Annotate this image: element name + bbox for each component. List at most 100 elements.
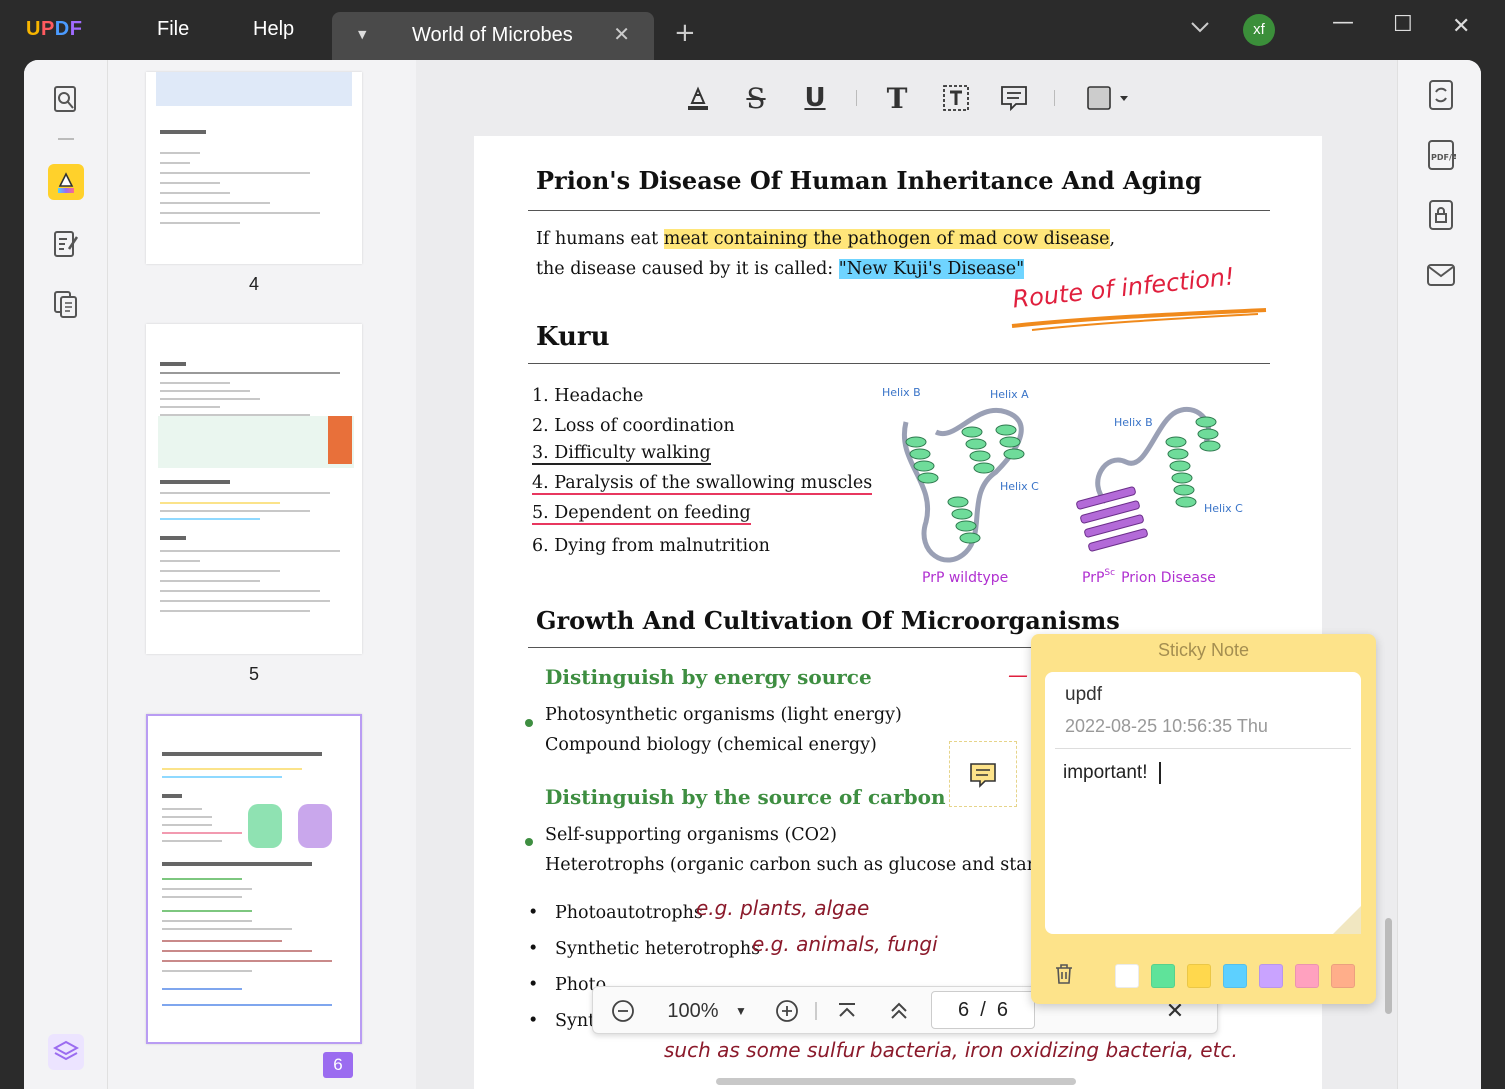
organize-pages-icon[interactable] xyxy=(48,286,84,322)
paragraph-line: If humans eat meat containing the pathog… xyxy=(536,229,1116,249)
thumbnail-page-6[interactable] xyxy=(146,714,362,1044)
first-page-icon[interactable] xyxy=(833,997,861,1025)
color-swatch-purple[interactable] xyxy=(1259,964,1283,988)
underline-icon[interactable]: U xyxy=(799,82,831,114)
app-logo: UPDF xyxy=(26,18,83,40)
color-swatch-yellow[interactable] xyxy=(1187,964,1211,988)
thumbnail-page-number: 4 xyxy=(249,274,260,294)
zoom-in-icon[interactable] xyxy=(773,997,801,1025)
figure-label: Helix A xyxy=(990,388,1029,401)
color-swatch-blue[interactable] xyxy=(1223,964,1247,988)
note-date: 2022-08-25 10:56:35 Thu xyxy=(1065,716,1268,736)
divider xyxy=(1055,748,1351,749)
comment-annotation-icon[interactable] xyxy=(949,741,1017,807)
zoom-dropdown-icon[interactable]: ▼ xyxy=(731,997,751,1025)
thumbnail-page-5[interactable] xyxy=(146,324,362,654)
paragraph-line: Compound biology (chemical energy) xyxy=(545,735,877,755)
comment-tool-icon[interactable] xyxy=(998,82,1030,114)
list-item: 6. Dying from malnutrition xyxy=(532,536,770,556)
minimize-icon[interactable]: — xyxy=(1332,10,1354,35)
highlight-yellow[interactable]: meat containing the pathogen of mad cow … xyxy=(663,229,1110,249)
prion-protein-figure: Helix B Helix A Helix C Helix B Helix C … xyxy=(882,386,1243,586)
note-content-input[interactable]: important! xyxy=(1063,762,1161,784)
edit-document-icon[interactable] xyxy=(48,226,84,262)
subheading: Distinguish by energy source xyxy=(545,665,872,689)
handwritten-note[interactable]: such as some sulfur bacteria, iron oxidi… xyxy=(664,1038,1238,1062)
zoom-out-icon[interactable] xyxy=(609,997,637,1025)
divider xyxy=(528,363,1270,364)
search-icon[interactable] xyxy=(48,82,84,118)
paragraph-line: Self-supporting organisms (CO2) xyxy=(545,825,837,845)
paragraph-line: Heterotrophs (organic carbon such as glu… xyxy=(545,855,1063,875)
protect-lock-icon[interactable] xyxy=(1424,198,1458,232)
figure-caption: PrPSc Prion Disease xyxy=(1082,568,1216,586)
trash-icon[interactable] xyxy=(1053,962,1075,986)
navbar-divider xyxy=(815,1002,817,1020)
highlighter-icon[interactable] xyxy=(48,164,84,200)
sticky-note-popup: Sticky Note updf 2022-08-25 10:56:35 Thu… xyxy=(1031,634,1376,1004)
bullet-item: • Photoautotrophs xyxy=(528,903,703,923)
annotation-toolbar: S U T xyxy=(416,60,1397,136)
handwritten-note[interactable]: e.g. plants, algae xyxy=(696,896,869,920)
bullet-dot xyxy=(525,719,533,727)
thumbnail-panel: 4 5 6 xyxy=(108,60,416,1089)
tab-title: World of Microbes xyxy=(412,24,573,46)
page-number-input[interactable]: 6 / 6 xyxy=(931,991,1035,1029)
toolbar-divider xyxy=(1054,90,1055,106)
svg-text:PDF/A: PDF/A xyxy=(1431,153,1456,162)
sticky-note-title: Sticky Note xyxy=(1157,640,1250,660)
figure-caption: PrP wildtype xyxy=(922,570,1008,586)
bullet-dot xyxy=(525,838,533,846)
list-item: 1. Headache xyxy=(532,386,644,406)
maximize-icon[interactable]: ☐ xyxy=(1393,12,1413,37)
document-tab[interactable]: ▼ World of Microbes ✕ xyxy=(332,12,654,60)
text-tool-icon[interactable]: T xyxy=(881,82,913,115)
divider xyxy=(528,210,1270,211)
convert-icon[interactable] xyxy=(1424,78,1458,112)
text-box-icon[interactable] xyxy=(940,82,972,114)
sticky-note-card: updf 2022-08-25 10:56:35 Thu important! xyxy=(1045,672,1361,934)
resize-corner-icon[interactable] xyxy=(1333,906,1361,934)
menu-help[interactable]: Help xyxy=(253,18,294,41)
orange-stroke-annotation[interactable] xyxy=(1008,302,1270,332)
figure-label: Helix C xyxy=(1204,502,1243,515)
chevron-down-icon[interactable] xyxy=(1190,20,1210,34)
toolbar-divider xyxy=(856,90,857,106)
color-swatch-orange[interactable] xyxy=(1331,964,1355,988)
right-toolbar: PDF/A xyxy=(1397,60,1481,1089)
strikethrough-icon[interactable]: S xyxy=(740,82,772,115)
color-swatch-green[interactable] xyxy=(1151,964,1175,988)
section-title: Kuru xyxy=(536,322,610,352)
highlight-tool-icon[interactable] xyxy=(682,82,714,114)
layers-icon[interactable] xyxy=(48,1034,84,1070)
previous-page-icon[interactable] xyxy=(885,997,913,1025)
title-bar: UPDF File Help ▼ World of Microbes ✕ + x… xyxy=(0,0,1505,60)
list-item: 5. Dependent on feeding xyxy=(532,503,751,525)
handwritten-note[interactable]: e.g. animals, fungi xyxy=(752,932,938,956)
user-avatar[interactable]: xf xyxy=(1243,14,1275,46)
list-item: 4. Paralysis of the swallowing muscles xyxy=(532,473,873,495)
bullet-item: • Synthetic heterotrophs xyxy=(528,939,761,959)
close-tab-icon[interactable]: ✕ xyxy=(613,22,630,46)
zoom-level[interactable]: 100% xyxy=(661,997,725,1025)
pdfa-icon[interactable]: PDF/A xyxy=(1424,138,1458,172)
close-window-icon[interactable]: ✕ xyxy=(1452,14,1470,39)
vertical-scrollbar[interactable] xyxy=(1385,918,1392,1014)
tab-dropdown-icon[interactable]: ▼ xyxy=(358,28,366,41)
thumbnail-page-4[interactable] xyxy=(146,72,362,264)
highlight-blue[interactable]: "New Kuji's Disease" xyxy=(838,259,1025,279)
section-title: Prion's Disease Of Human Inheritance And… xyxy=(536,166,1202,195)
text-caret xyxy=(1159,762,1161,784)
menu-file[interactable]: File xyxy=(157,18,189,41)
new-tab-icon[interactable]: + xyxy=(674,20,696,46)
section-title: Growth And Cultivation Of Microorganisms xyxy=(536,606,1120,635)
horizontal-scrollbar[interactable] xyxy=(716,1078,1076,1085)
toolbar-divider xyxy=(58,138,74,140)
mail-icon[interactable] xyxy=(1424,258,1458,292)
color-swatch-pink[interactable] xyxy=(1295,964,1319,988)
note-author: updf xyxy=(1065,684,1102,705)
shape-tool-icon[interactable] xyxy=(1084,82,1132,114)
thumbnail-page-number-active: 6 xyxy=(323,1052,353,1078)
handwritten-dash: — xyxy=(1008,663,1028,687)
color-swatch-white[interactable] xyxy=(1115,964,1139,988)
